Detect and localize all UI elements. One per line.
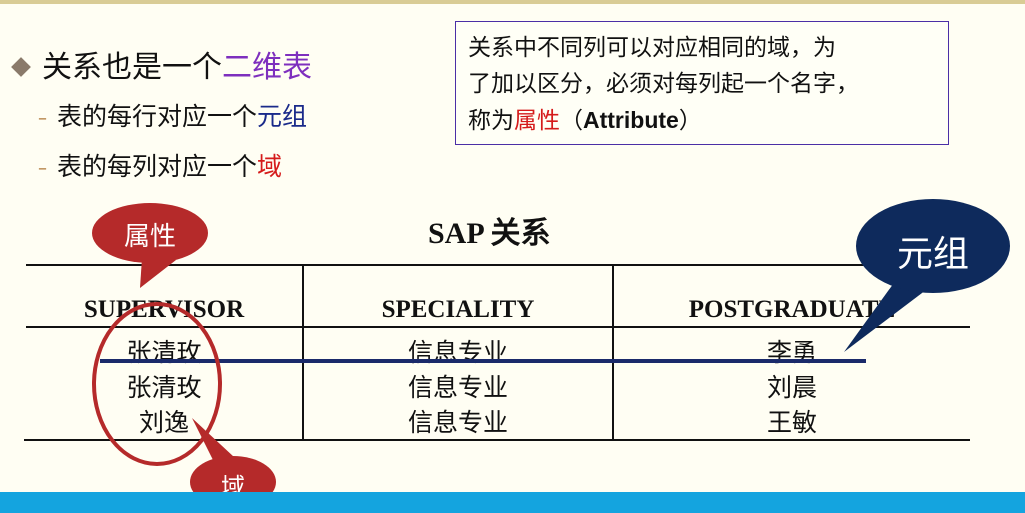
- attribute-callout-label: 属性: [123, 222, 176, 252]
- tuple-callout-label: 元组: [896, 234, 969, 275]
- bottom-bar: [0, 492, 1025, 513]
- domain-highlight-circle: [92, 302, 222, 466]
